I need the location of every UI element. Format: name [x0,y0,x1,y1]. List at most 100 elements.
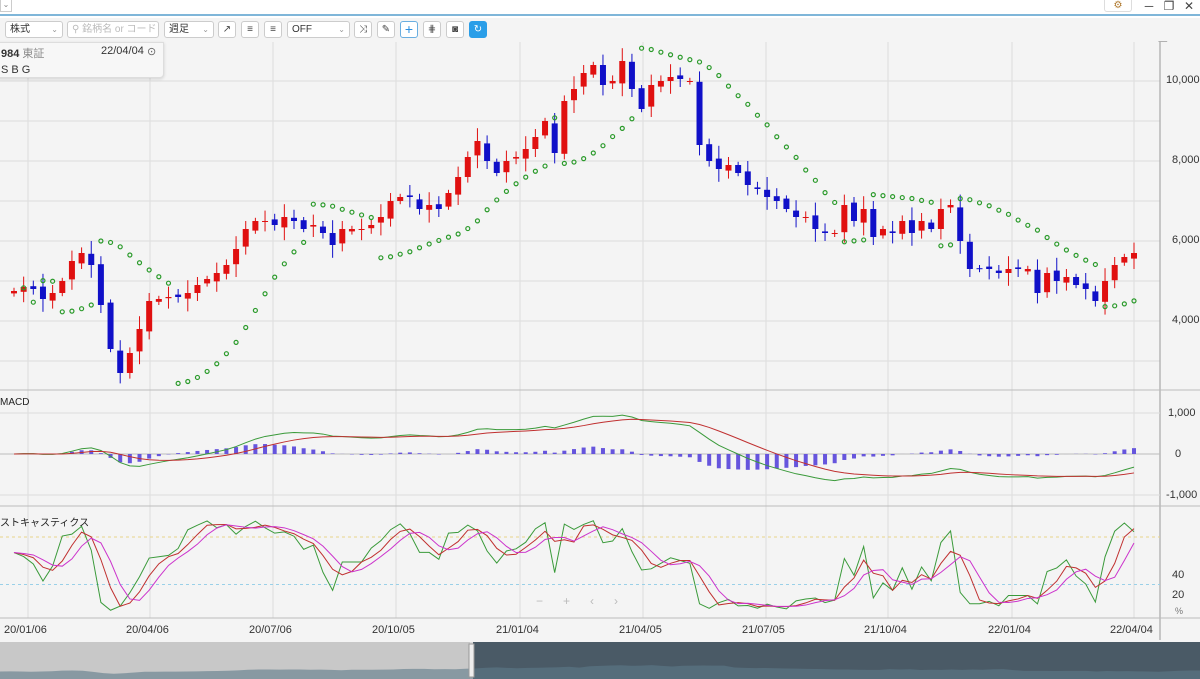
sar-dot [78,306,85,312]
scroll-right-button[interactable]: › [614,594,618,608]
stochastic-panel-label: ストキャスティクス [0,518,90,529]
candle-body [368,225,375,229]
sar-dot [996,207,1002,213]
candle-body [744,171,751,185]
sar-dot [764,122,770,128]
sar-dot [194,374,201,381]
macd-histogram-bar [1045,454,1050,456]
candle-body [764,189,771,197]
macd-histogram-bar [726,454,731,470]
macd-histogram-bar [929,452,934,454]
candle-body [937,209,944,229]
macd-histogram-bar [388,453,393,454]
sar-dot [947,242,954,248]
candle [677,67,684,87]
candle [97,256,104,313]
candle-body [1121,257,1128,263]
candle [889,221,896,244]
sar-dot [368,214,374,221]
sar-dot [754,112,761,118]
candle-body [793,210,800,217]
macd-histogram-bar [417,453,422,454]
macd-tick: 1,000 [1168,407,1196,419]
candle-body [1102,281,1109,302]
sar-dot [793,154,799,161]
sar-dot [339,206,345,212]
macd-histogram-bar [996,454,1001,457]
candle [580,65,587,95]
macd-histogram-bar [697,454,702,462]
date-tick: 22/04/04 [1110,624,1153,636]
macd-histogram-bar [543,450,548,454]
candle-body [860,209,867,223]
candle-body [455,177,462,195]
sar-dot [1121,301,1127,307]
macd-histogram-bar [185,452,190,454]
stock-chart[interactable] [0,0,1200,679]
candle-body [725,165,732,171]
macd-histogram-bar [311,449,316,454]
macd-histogram-bar [127,454,132,464]
date-tick: 21/10/04 [864,624,907,636]
sar-dot [890,193,896,200]
candle [937,198,944,240]
candle [204,275,211,287]
candle [773,188,780,209]
sar-dot [204,368,210,375]
sar-dot [667,52,674,58]
info-date: 22/04/04 [101,45,144,57]
candle-body [68,261,75,280]
collapse-chevron-icon[interactable]: ⊙ [147,45,156,58]
scroll-left-button[interactable]: ‹ [590,594,594,608]
sar-dot [561,160,567,166]
macd-histogram-bar [407,452,412,454]
sar-dot [803,167,809,173]
sar-dot [590,150,596,156]
candle-body [879,229,886,236]
sar-dot [909,195,915,202]
navigator-overview[interactable] [0,642,1200,679]
candle-body [503,161,510,173]
candle-body [599,65,606,85]
sar-dot [899,194,905,201]
candle-body [1073,277,1080,285]
macd-histogram-bar [1103,453,1108,454]
macd-histogram-bar [1112,451,1117,454]
macd-histogram-bar [282,445,287,454]
sar-dot [774,134,780,140]
candle [590,61,597,78]
candle-body [464,157,471,177]
candle-body [571,89,577,101]
sar-dot [387,254,394,260]
sar-dot [1112,303,1118,309]
candle-body [59,281,66,293]
macd-histogram-bar [852,454,856,459]
macd-histogram-bar [765,454,770,470]
candle-body [851,202,857,221]
candle-body [1111,265,1118,281]
macd-tick: 0 [1175,448,1182,460]
candle-body [329,233,336,245]
candle-body [377,217,384,223]
sar-dot [156,274,162,280]
macd-tick: -1,000 [1166,489,1198,501]
date-tick: 21/07/05 [742,624,785,636]
candle [1053,257,1060,294]
candle-body [889,231,896,233]
candle-body [648,85,655,107]
candle-body [175,294,182,297]
zoom-in-button[interactable]: + [563,594,570,608]
candle [377,204,384,236]
candle [117,340,124,384]
sar-dot [378,255,384,261]
sar-dot [59,309,65,315]
zoom-out-button[interactable]: − [536,594,543,608]
sar-dot [706,64,712,71]
candle [966,233,973,277]
macd-panel-label: MACD [0,397,30,408]
sar-dot [1063,247,1070,253]
macd-histogram-bar [1035,454,1040,457]
candle-body [348,229,355,232]
candle-body [986,266,993,269]
macd-histogram-bar [301,448,306,454]
